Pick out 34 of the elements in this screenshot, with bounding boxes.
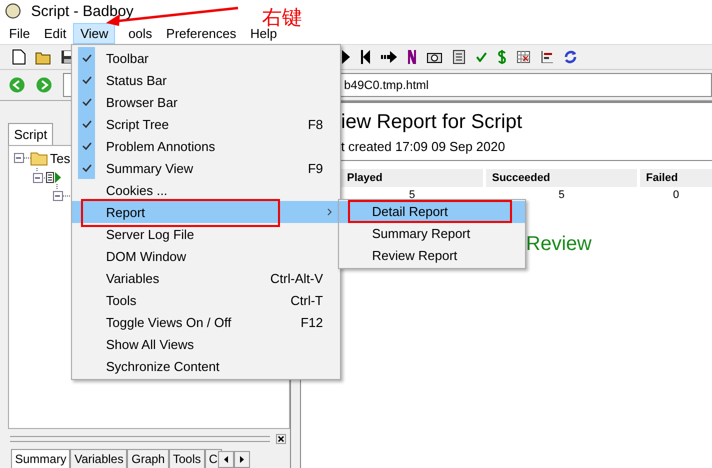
window-title: Script - Badboy bbox=[31, 2, 134, 20]
menu-item[interactable]: Sychronize Content bbox=[72, 355, 340, 377]
menu-item[interactable]: View bbox=[73, 22, 116, 44]
menu-item[interactable]: Server Log File bbox=[72, 223, 340, 245]
tab[interactable]: Script bbox=[8, 123, 54, 145]
menu-item[interactable]: ools bbox=[127, 22, 154, 44]
menu-item[interactable]: Summary Report bbox=[339, 223, 525, 245]
menu-item[interactable]: Tools Ctrl-T bbox=[72, 289, 340, 311]
menu-item[interactable]: Preferences bbox=[165, 22, 238, 44]
table-cell-text: 0 bbox=[672, 188, 680, 203]
report-title: iew Report for Script bbox=[341, 111, 524, 134]
menu-item[interactable]: DOM Window bbox=[72, 245, 340, 267]
menu-item[interactable]: Show All Views bbox=[72, 333, 340, 355]
menu-item[interactable]: File bbox=[8, 22, 31, 44]
tab[interactable]: Graph bbox=[127, 449, 169, 468]
menu-item[interactable]: Script Tree F8 bbox=[72, 113, 340, 135]
table-cell-text: 5 bbox=[557, 188, 566, 203]
column-header: Succeeded bbox=[486, 169, 637, 187]
menu-item[interactable]: Report bbox=[72, 201, 340, 223]
menu-item[interactable]: Variables Ctrl-Alt-V bbox=[72, 267, 340, 289]
tab[interactable]: Variables bbox=[70, 449, 128, 468]
menu-item[interactable]: Review Report bbox=[339, 245, 525, 267]
tab[interactable]: Summary bbox=[11, 449, 70, 468]
menu-item[interactable]: Toggle Views On / Off F12 bbox=[72, 311, 340, 333]
section-heading: Review bbox=[526, 233, 593, 256]
annotation-text: 右键 bbox=[262, 4, 302, 29]
column-header: Failed bbox=[640, 169, 712, 187]
column-header: Played bbox=[341, 169, 483, 187]
menu-item[interactable]: Cookies ... bbox=[72, 179, 340, 201]
menu-item[interactable]: Toolbar bbox=[72, 47, 340, 69]
tab[interactable]: Tools bbox=[168, 449, 205, 468]
menu-item[interactable]: Edit bbox=[42, 22, 68, 44]
table-cell-text: 5 bbox=[408, 188, 416, 203]
tree-item[interactable]: Tes bbox=[50, 150, 70, 168]
